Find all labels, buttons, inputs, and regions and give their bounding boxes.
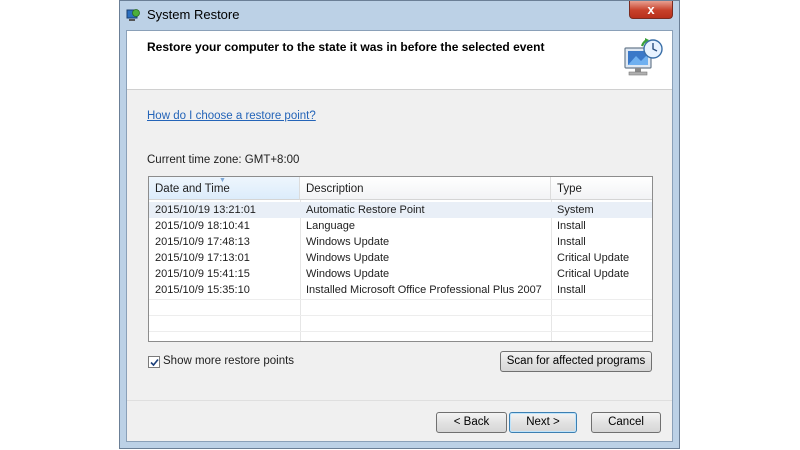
empty-row-line — [149, 315, 652, 316]
system-restore-icon — [126, 8, 140, 22]
cancel-button[interactable]: Cancel — [591, 412, 661, 433]
page-heading: Restore your computer to the state it wa… — [147, 40, 545, 54]
show-more-checkbox[interactable] — [148, 356, 160, 368]
table-row[interactable]: 2015/10/19 13:21:01 Automatic Restore Po… — [149, 202, 652, 218]
back-button[interactable]: < Back — [436, 412, 507, 433]
table-row[interactable]: 2015/10/9 15:35:10 Installed Microsoft O… — [149, 282, 652, 298]
column-header-type[interactable]: Type — [551, 177, 652, 200]
show-more-label: Show more restore points — [163, 355, 295, 367]
column-header-description[interactable]: Description — [300, 177, 551, 200]
window-title: System Restore — [147, 7, 240, 22]
close-icon: x — [647, 2, 655, 17]
checkmark-icon — [150, 358, 159, 367]
help-link-choose-restore-point[interactable]: How do I choose a restore point? — [147, 110, 316, 122]
wizard-content: Restore your computer to the state it wa… — [126, 30, 673, 442]
restore-computer-icon — [623, 36, 665, 80]
wizard-header: Restore your computer to the state it wa… — [127, 31, 672, 90]
close-button[interactable]: x — [629, 1, 673, 19]
scan-affected-programs-button[interactable]: Scan for affected programs — [500, 351, 652, 372]
sort-arrow-icon: ▼ — [219, 177, 226, 184]
timezone-label: Current time zone: GMT+8:00 — [147, 154, 300, 166]
table-row[interactable]: 2015/10/9 15:41:15 Windows Update Critic… — [149, 266, 652, 282]
table-row[interactable]: 2015/10/9 17:13:01 Windows Update Critic… — [149, 250, 652, 266]
system-restore-window: System Restore x Restore your computer t… — [119, 0, 680, 449]
column-header-date-time[interactable]: ▼ Date and Time — [149, 177, 300, 200]
table-row[interactable]: 2015/10/9 17:48:13 Windows Update Instal… — [149, 234, 652, 250]
restore-points-table[interactable]: ▼ Date and Time Description Type 2015/10… — [148, 176, 653, 342]
footer-separator — [127, 400, 672, 401]
title-bar[interactable]: System Restore x — [120, 1, 679, 29]
next-button[interactable]: Next > — [509, 412, 577, 433]
empty-row-line — [149, 331, 652, 332]
empty-row-line — [149, 299, 652, 300]
table-row[interactable]: 2015/10/9 18:10:41 Language Install — [149, 218, 652, 234]
